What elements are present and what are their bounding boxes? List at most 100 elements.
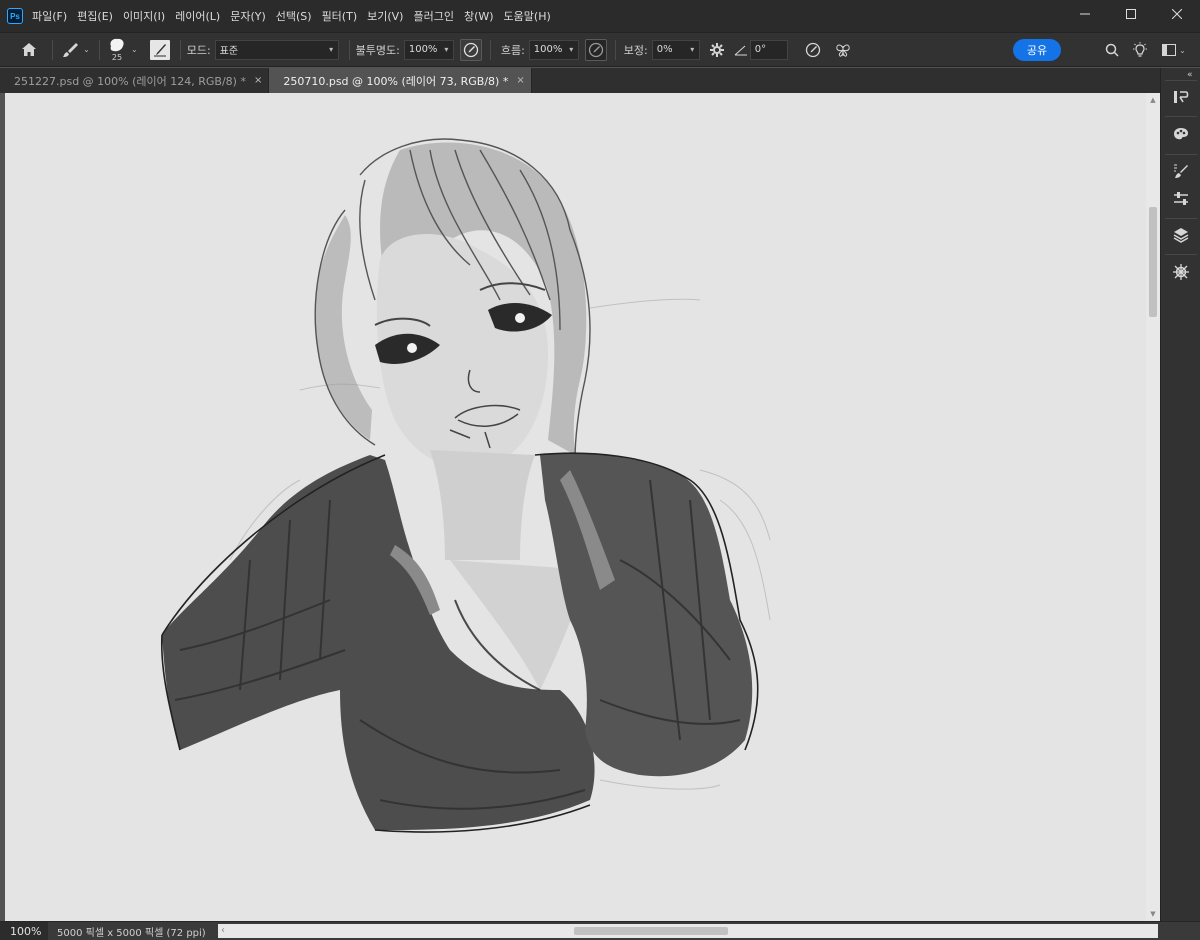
separator: [52, 39, 53, 60]
pressure-size-button[interactable]: [802, 42, 824, 58]
helm-icon: [1173, 264, 1189, 280]
smoothing-field[interactable]: 0%: [651, 39, 686, 60]
horizontal-scrollbar[interactable]: ‹: [218, 924, 1158, 938]
vertical-scroll-thumb[interactable]: [1149, 207, 1157, 317]
smoothing-label: 보정:: [623, 43, 648, 57]
chevron-down-icon[interactable]: ▾: [685, 39, 700, 60]
tab-label: 251227.psd @ 100% (레이어 124, RGB/8) *: [14, 74, 246, 88]
separator: [489, 39, 491, 60]
tab-label: 250710.psd @ 100% (레이어 73, RGB/8) *: [283, 74, 509, 88]
swatches-panel-button[interactable]: [1170, 123, 1192, 145]
separator: [1165, 218, 1197, 219]
navigator-panel-button[interactable]: [1170, 261, 1192, 283]
scroll-up-icon[interactable]: ▲: [1146, 93, 1160, 107]
options-bar: ⌄ 25 ⌄ 모드: 표준 ▾ 불투명도: 100% ▾ 흐름: 100% ▾ …: [0, 32, 1200, 67]
search-icon: [1105, 43, 1119, 57]
close-icon[interactable]: ×: [516, 75, 524, 86]
sliders-icon: [1174, 192, 1188, 205]
opacity-field[interactable]: 100%: [403, 39, 440, 60]
document-canvas[interactable]: [5, 93, 1146, 921]
flow-label: 흐름:: [500, 43, 525, 57]
chevron-down-icon[interactable]: ▾: [324, 39, 339, 60]
menu-window[interactable]: 창(W): [464, 8, 494, 24]
sketch-artwork: [160, 138, 771, 833]
palette-icon: [1174, 128, 1188, 140]
angle-icon: [732, 44, 750, 56]
chevron-down-icon[interactable]: ▾: [439, 39, 454, 60]
menu-file[interactable]: 파일(F): [32, 8, 67, 24]
collapse-panels-icon[interactable]: «: [1187, 70, 1193, 80]
document-tabs: 251227.psd @ 100% (레이어 124, RGB/8) * × 2…: [0, 68, 1160, 93]
separator: [1165, 254, 1197, 255]
home-icon: [22, 43, 36, 56]
separator: [1165, 116, 1197, 117]
close-icon[interactable]: ×: [254, 75, 262, 86]
mode-label: 모드:: [186, 43, 211, 57]
menu-filter[interactable]: 필터(T): [322, 8, 358, 24]
pen-pressure-size-icon: [805, 42, 820, 57]
tab-250710[interactable]: 250710.psd @ 100% (레이어 73, RGB/8) * ×: [269, 68, 532, 93]
pressure-opacity-button[interactable]: [459, 38, 482, 61]
brush-settings-button[interactable]: [149, 39, 170, 60]
lightbulb-icon: [1133, 42, 1147, 57]
menu-plugins[interactable]: 플러그인: [413, 8, 453, 24]
airbrush-icon: [588, 42, 603, 57]
vertical-scrollbar[interactable]: ▲ ▼: [1146, 93, 1160, 921]
close-button[interactable]: [1154, 0, 1200, 28]
brushes-panel-button[interactable]: [1170, 160, 1192, 182]
flow-field[interactable]: 100%: [528, 39, 565, 60]
discover-button[interactable]: [1131, 41, 1149, 59]
panel-dock: «: [1160, 68, 1200, 921]
scroll-left-icon[interactable]: ‹: [221, 924, 225, 938]
workspace-switcher[interactable]: ⌄: [1160, 41, 1188, 59]
chevron-down-icon[interactable]: ⌄: [131, 45, 138, 54]
minimize-button[interactable]: [1062, 0, 1108, 28]
chevron-down-icon[interactable]: ▾: [564, 39, 579, 60]
menu-help[interactable]: 도움말(H): [504, 8, 551, 24]
maximize-button[interactable]: [1108, 0, 1154, 28]
chevron-down-icon: ⌄: [1179, 45, 1186, 55]
minimize-icon: [1080, 13, 1090, 15]
workspace: ▲ ▼: [0, 93, 1160, 921]
menu-edit[interactable]: 편집(E): [77, 8, 113, 24]
layers-icon: [1173, 228, 1189, 243]
scroll-down-icon[interactable]: ▼: [1146, 907, 1160, 921]
airbrush-button[interactable]: [584, 38, 607, 61]
angle-field[interactable]: 0°: [749, 39, 788, 60]
brush-size-value: 25: [111, 53, 123, 62]
brush-icon: [1174, 164, 1188, 178]
search-button[interactable]: [1103, 41, 1121, 59]
share-button[interactable]: 공유: [1013, 39, 1061, 61]
status-bar: 100% 5000 픽셀 x 5000 픽셀 (72 ppi) › ‹: [0, 921, 1200, 940]
menu-view[interactable]: 보기(V): [367, 8, 403, 24]
separator: [179, 39, 181, 60]
home-button[interactable]: [16, 42, 42, 57]
separator: [614, 39, 616, 60]
workspace-icon: [1162, 44, 1177, 56]
separator: [348, 39, 350, 60]
gear-icon: [709, 42, 724, 57]
maximize-icon: [1126, 9, 1136, 19]
zoom-level[interactable]: 100%: [0, 921, 48, 940]
mode-select[interactable]: 표준: [214, 39, 325, 60]
opacity-label: 불투명도:: [355, 43, 400, 57]
menu-image[interactable]: 이미지(I): [123, 8, 165, 24]
menu-layer[interactable]: 레이어(L): [175, 8, 220, 24]
chevron-down-icon: ⌄: [83, 45, 90, 54]
menu-type[interactable]: 문자(Y): [230, 8, 266, 24]
tab-251227[interactable]: 251227.psd @ 100% (레이어 124, RGB/8) * ×: [0, 68, 270, 93]
photoshop-logo-icon: Ps: [7, 8, 23, 24]
horizontal-scroll-thumb[interactable]: [574, 927, 728, 935]
menu-select[interactable]: 선택(S): [276, 8, 312, 24]
butterfly-icon: [836, 44, 850, 57]
layers-panel-button[interactable]: [1170, 224, 1192, 246]
smoothing-options-button[interactable]: [706, 42, 728, 58]
tool-preset-picker[interactable]: ⌄: [59, 42, 93, 58]
symmetry-button[interactable]: [832, 42, 854, 58]
adjustments-panel-button[interactable]: [1170, 187, 1192, 209]
brush-preset-picker[interactable]: 25: [106, 35, 128, 65]
history-panel-button[interactable]: [1170, 86, 1192, 108]
brush-tip-icon: [110, 38, 124, 52]
close-icon: [1172, 9, 1182, 19]
history-icon: [1174, 91, 1189, 103]
